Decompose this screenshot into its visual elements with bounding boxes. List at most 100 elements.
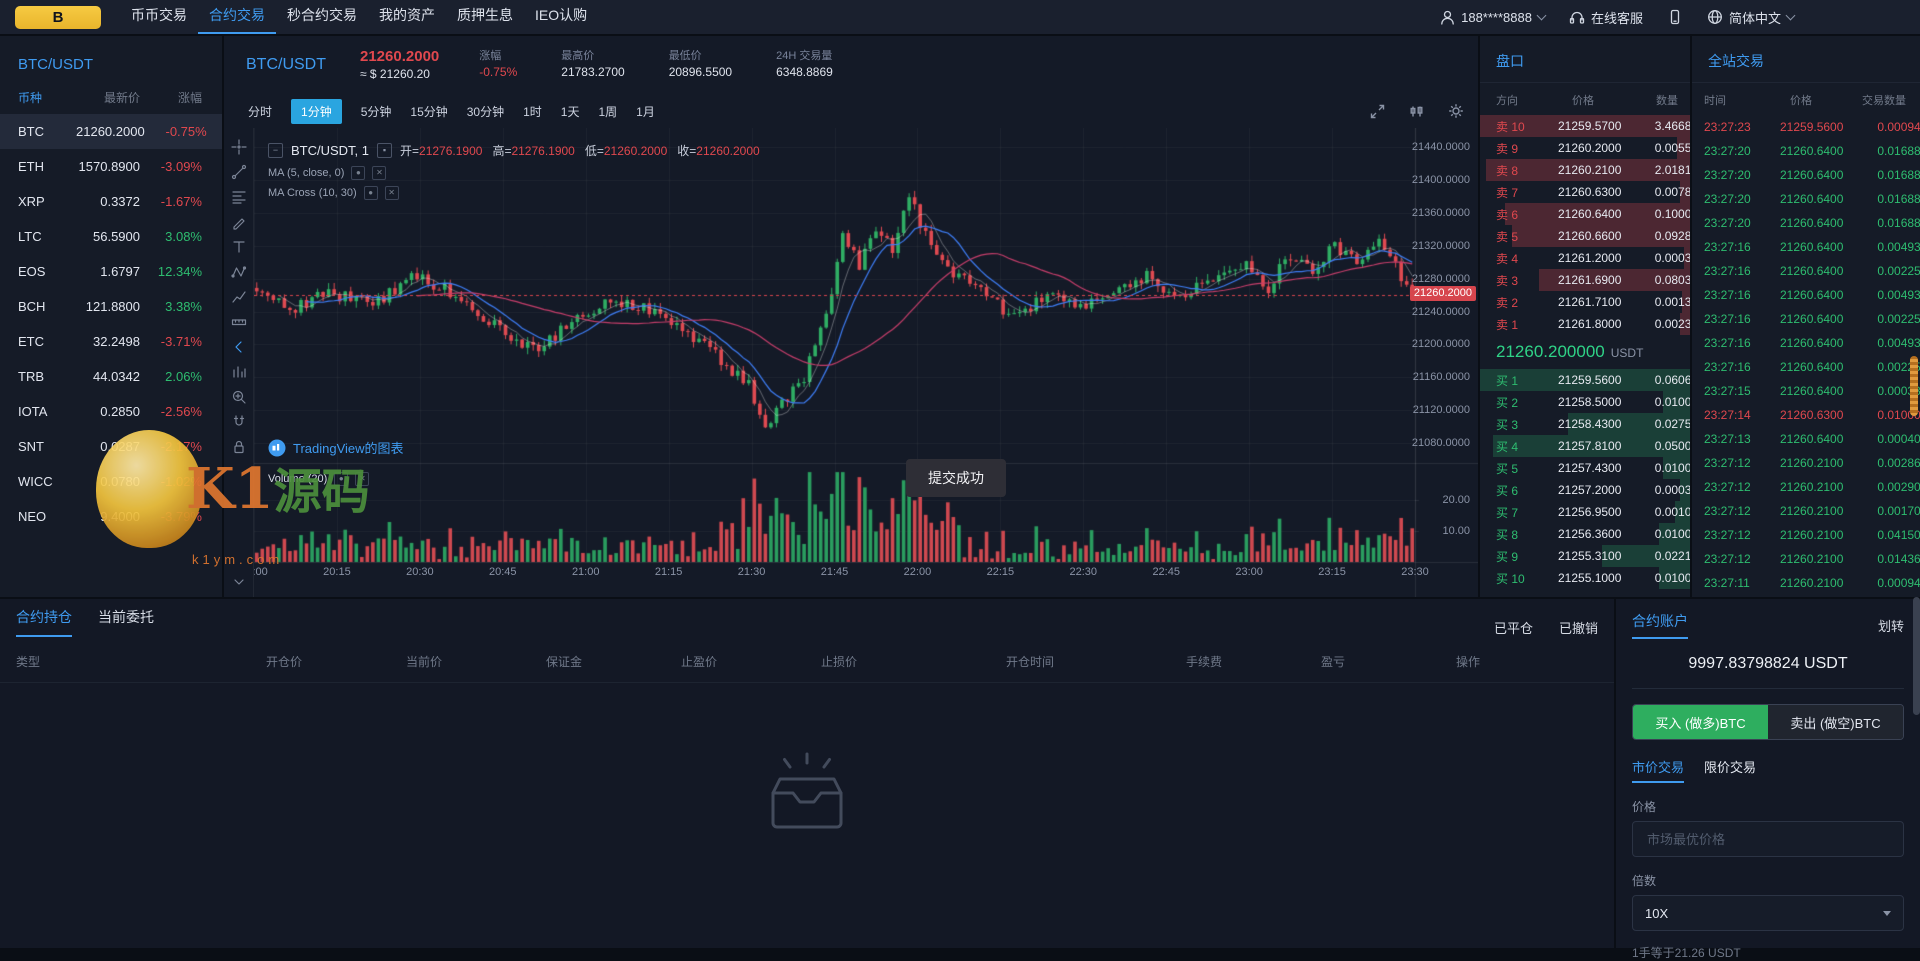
legend-style-icon[interactable]: ▪ bbox=[377, 143, 393, 158]
market-pair-row[interactable]: XRP 0.3372 -1.67% bbox=[0, 184, 222, 219]
timeframe-4[interactable]: 30分钟 bbox=[467, 103, 504, 120]
market-pair-row[interactable]: BTC 21260.2000 -0.75% bbox=[0, 114, 222, 149]
cancelled-orders-link[interactable]: 已撤销 bbox=[1559, 618, 1598, 637]
orderbook-ask-row[interactable]: 卖 4 21261.2000 0.0003 bbox=[1480, 247, 1690, 269]
candlestick-chart[interactable] bbox=[254, 128, 1478, 597]
nav-item-3[interactable]: 我的资产 bbox=[368, 0, 446, 34]
orderbook-ask-row[interactable]: 卖 1 21261.8000 0.0023 bbox=[1480, 313, 1690, 335]
timeframe-6[interactable]: 1天 bbox=[561, 103, 580, 120]
fullscreen-icon[interactable] bbox=[1370, 104, 1385, 119]
page-scrollbar-thumb[interactable] bbox=[1913, 597, 1920, 715]
orderbook-ask-row[interactable]: 卖 9 21260.2000 0.0055 bbox=[1480, 137, 1690, 159]
account-title[interactable]: 合约账户 bbox=[1632, 611, 1688, 639]
price-input[interactable] bbox=[1645, 830, 1891, 848]
timeframe-8[interactable]: 1月 bbox=[636, 103, 655, 120]
forecast-tool-icon[interactable] bbox=[230, 288, 248, 306]
timeframe-0[interactable]: 分时 bbox=[248, 103, 272, 120]
orderbook-bid-row[interactable]: 买 1 21259.5600 0.0606 bbox=[1480, 369, 1690, 391]
market-pair-row[interactable]: BCH 121.8800 3.38% bbox=[0, 289, 222, 324]
orderbook-bid-row[interactable]: 买 3 21258.4300 0.0275 bbox=[1480, 413, 1690, 435]
trade-row: 23:27:1621260.64000.004931 bbox=[1704, 336, 1920, 350]
market-pair-row[interactable]: SNT 0.0287 -2.17% bbox=[0, 429, 222, 464]
orderbook-bid-row[interactable]: 买 7 21256.9500 0.0010 bbox=[1480, 501, 1690, 523]
nav-item-2[interactable]: 秒合约交易 bbox=[276, 0, 368, 34]
collapse-legend-icon[interactable]: − bbox=[268, 143, 283, 158]
orderbook-bid-row[interactable]: 买 4 21257.8100 0.0500 bbox=[1480, 435, 1690, 457]
indicator-icon[interactable] bbox=[1409, 104, 1424, 119]
orderbook-bid-row[interactable]: 买 6 21257.2000 0.0003 bbox=[1480, 479, 1690, 501]
timeframe-5[interactable]: 1时 bbox=[523, 103, 542, 120]
indicator-remove-icon[interactable]: ✕ bbox=[372, 166, 387, 180]
market-pair-row[interactable]: ETC 32.2498 -3.71% bbox=[0, 324, 222, 359]
toolbar-expand-chevron-icon[interactable] bbox=[230, 573, 248, 591]
indicator-remove-icon[interactable]: ✕ bbox=[355, 472, 370, 486]
crosshair-tool-icon[interactable] bbox=[230, 138, 248, 156]
price-field-label: 价格 bbox=[1632, 800, 1657, 814]
market-pair-row[interactable]: TRB 44.0342 2.06% bbox=[0, 359, 222, 394]
time-axis[interactable]: 20:00 20:15 20:30 20:45 21:00 21:15 21:30 21:45… bbox=[224, 566, 1429, 586]
market-pair-row[interactable]: ETH 1570.8900 -3.09% bbox=[0, 149, 222, 184]
indicator-visibility-icon[interactable]: ● bbox=[351, 166, 366, 180]
leverage-select[interactable]: 10X bbox=[1632, 895, 1904, 931]
timeframe-7[interactable]: 1周 bbox=[598, 103, 617, 120]
market-pair-row[interactable]: NEO 9.4000 -3.79% bbox=[0, 499, 222, 534]
orderbook-bid-row[interactable]: 买 9 21255.3100 0.0221 bbox=[1480, 545, 1690, 567]
orderbook-bid-row[interactable]: 买 2 21258.5000 0.0100 bbox=[1480, 391, 1690, 413]
orderbook-ask-row[interactable]: 卖 3 21261.6900 0.0803 bbox=[1480, 269, 1690, 291]
nav-item-5[interactable]: IEO认购 bbox=[524, 0, 598, 34]
orderbook-ask-row[interactable]: 卖 5 21260.6600 0.0928 bbox=[1480, 225, 1690, 247]
orderbook-ask-row[interactable]: 卖 7 21260.6300 0.0078 bbox=[1480, 181, 1690, 203]
orderbook-bid-row[interactable]: 买 8 21256.3600 0.0100 bbox=[1480, 523, 1690, 545]
transfer-link[interactable]: 划转 bbox=[1878, 616, 1904, 635]
timeframe-2[interactable]: 5分钟 bbox=[361, 103, 392, 120]
nav-item-1[interactable]: 合约交易 bbox=[198, 0, 276, 34]
trade-row: 23:27:1221260.21000.041500 bbox=[1704, 528, 1920, 542]
user-account-menu[interactable]: 188****8888 bbox=[1440, 10, 1547, 25]
buy-long-button[interactable]: 买入 (做多)BTC bbox=[1633, 705, 1768, 739]
bars-pattern-tool-icon[interactable] bbox=[230, 363, 248, 381]
zoom-in-icon[interactable] bbox=[230, 388, 248, 406]
text-tool-icon[interactable] bbox=[230, 238, 248, 256]
indicator-visibility-icon[interactable]: ● bbox=[334, 472, 349, 486]
orderbook-ask-row[interactable]: 卖 2 21261.7100 0.0013 bbox=[1480, 291, 1690, 313]
tab-open-positions[interactable]: 合约持仓 bbox=[16, 607, 72, 637]
brush-tool-icon[interactable] bbox=[230, 213, 248, 231]
price-axis[interactable]: 21440.0000 21400.0000 21360.0000 21320.0000… bbox=[1412, 128, 1478, 597]
closed-positions-link[interactable]: 已平仓 bbox=[1494, 618, 1533, 637]
fib-tool-icon[interactable] bbox=[230, 188, 248, 206]
app-download-button[interactable] bbox=[1667, 9, 1683, 25]
orderbook-ask-row[interactable]: 卖 10 21259.5700 3.4668 bbox=[1480, 115, 1690, 137]
timeframe-1[interactable]: 1分钟 bbox=[291, 98, 342, 124]
market-pair-row[interactable]: IOTA 0.2850 -2.56% bbox=[0, 394, 222, 429]
tab-market-order[interactable]: 市价交易 bbox=[1632, 757, 1685, 783]
market-pair-row[interactable]: WICC 0.0780 -1.02% bbox=[0, 464, 222, 499]
nav-item-0[interactable]: 币币交易 bbox=[120, 0, 198, 34]
language-selector[interactable]: 简体中文 bbox=[1707, 8, 1796, 27]
orderbook-bid-row[interactable]: 买 5 21257.4300 0.0100 bbox=[1480, 457, 1690, 479]
timeframe-3[interactable]: 15分钟 bbox=[410, 103, 447, 120]
indicator-remove-icon[interactable]: ✕ bbox=[384, 186, 399, 200]
trades-scrollbar-thumb[interactable] bbox=[1910, 356, 1918, 416]
measure-tool-icon[interactable] bbox=[230, 313, 248, 331]
orderbook-ask-row[interactable]: 卖 8 21260.2100 2.0181 bbox=[1480, 159, 1690, 181]
lock-tool-icon[interactable] bbox=[230, 438, 248, 456]
online-service-button[interactable]: 在线客服 bbox=[1569, 8, 1643, 27]
orderbook-ask-row[interactable]: 卖 6 21260.6400 0.1000 bbox=[1480, 203, 1690, 225]
collapse-toolbar-icon[interactable] bbox=[230, 338, 248, 356]
orderbook-bid-row[interactable]: 买 10 21255.1000 0.0100 bbox=[1480, 567, 1690, 589]
sell-short-button[interactable]: 卖出 (做空)BTC bbox=[1768, 705, 1903, 739]
trendline-tool-icon[interactable] bbox=[230, 163, 248, 181]
ma-indicator-row: MA (5, close, 0) ● ✕ bbox=[268, 166, 387, 180]
last-price: 21260.2000 bbox=[360, 48, 440, 66]
settings-gear-icon[interactable] bbox=[1448, 103, 1464, 119]
tab-limit-order[interactable]: 限价交易 bbox=[1704, 757, 1756, 783]
xabcd-pattern-tool-icon[interactable] bbox=[230, 263, 248, 281]
indicator-visibility-icon[interactable]: ● bbox=[363, 186, 378, 200]
nav-item-4[interactable]: 质押生息 bbox=[446, 0, 524, 34]
market-pair-row[interactable]: LTC 56.5900 3.08% bbox=[0, 219, 222, 254]
magnet-tool-icon[interactable] bbox=[230, 413, 248, 431]
market-pair-row[interactable]: EOS 1.6797 12.34% bbox=[0, 254, 222, 289]
app-logo[interactable]: B bbox=[15, 5, 101, 29]
tradingview-attribution[interactable]: TradingView的图表 bbox=[268, 438, 404, 457]
tab-current-orders[interactable]: 当前委托 bbox=[98, 607, 154, 637]
